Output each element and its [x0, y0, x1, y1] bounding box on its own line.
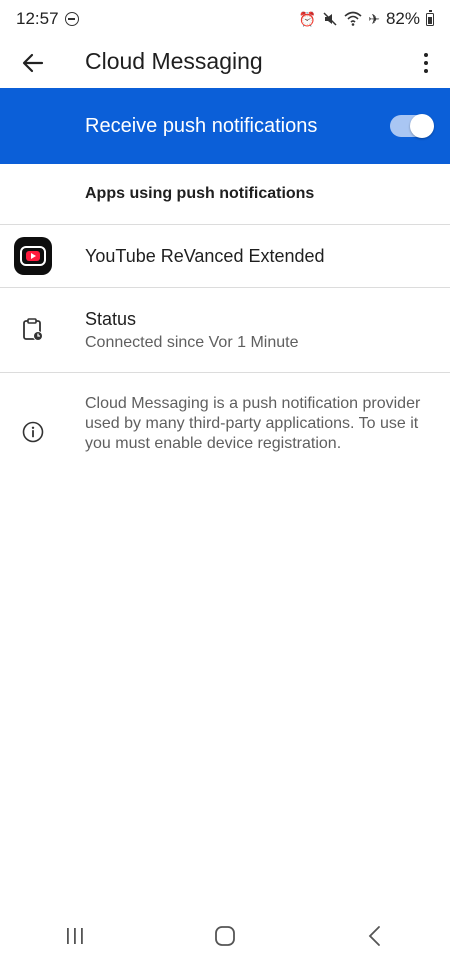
- master-switch-bar[interactable]: Receive push notifications: [0, 88, 450, 164]
- play-icon: [26, 251, 40, 261]
- navigation-bar: [0, 907, 450, 965]
- status-left: 12:57: [16, 9, 79, 29]
- mute-icon: [323, 12, 337, 26]
- battery-percent: 82%: [385, 9, 420, 28]
- info-row: Cloud Messaging is a push notification p…: [0, 373, 450, 483]
- app-list-item[interactable]: YouTube ReVanced Extended: [0, 225, 450, 287]
- info-icon: [22, 421, 44, 443]
- chevron-left-icon: [368, 926, 380, 946]
- battery-icon: [426, 9, 434, 26]
- app-bar: Cloud Messaging: [0, 38, 450, 88]
- status-row[interactable]: Status Connected since Vor 1 Minute: [0, 288, 450, 372]
- arrow-back-icon: [22, 53, 44, 73]
- master-switch-label: Receive push notifications: [85, 114, 318, 137]
- status-right: ⏰ ✈ 82%: [299, 9, 434, 29]
- app-name: YouTube ReVanced Extended: [85, 245, 325, 266]
- status-detail: Connected since Vor 1 Minute: [85, 334, 299, 351]
- home-icon: [215, 926, 235, 946]
- home-button[interactable]: [195, 916, 255, 956]
- airplane-icon: ✈: [368, 11, 380, 27]
- recent-apps-button[interactable]: [45, 916, 105, 956]
- recent-apps-icon: [67, 928, 83, 944]
- back-button[interactable]: [16, 46, 50, 80]
- status-time: 12:57: [16, 9, 59, 28]
- more-options-button[interactable]: [414, 46, 438, 80]
- page-title: Cloud Messaging: [85, 48, 263, 74]
- screen: 12:57 ⏰ ✈ 82% Cloud Messaging Receive pu…: [0, 0, 450, 965]
- toggle-thumb: [410, 114, 434, 138]
- status-bar: 12:57 ⏰ ✈ 82%: [0, 0, 450, 38]
- push-notifications-toggle[interactable]: [390, 114, 434, 138]
- back-nav-button[interactable]: [345, 916, 405, 956]
- status-title: Status: [85, 309, 137, 329]
- do-not-disturb-icon: [64, 12, 79, 26]
- more-options-icon: [424, 53, 428, 57]
- section-header: Apps using push notifications: [85, 185, 315, 202]
- clipboard-clock-icon: [23, 318, 43, 341]
- alarm-icon: ⏰: [298, 11, 317, 27]
- wifi-icon: [344, 11, 362, 26]
- youtube-revanced-app-icon: [14, 237, 52, 275]
- info-text: Cloud Messaging is a push notification p…: [85, 395, 421, 452]
